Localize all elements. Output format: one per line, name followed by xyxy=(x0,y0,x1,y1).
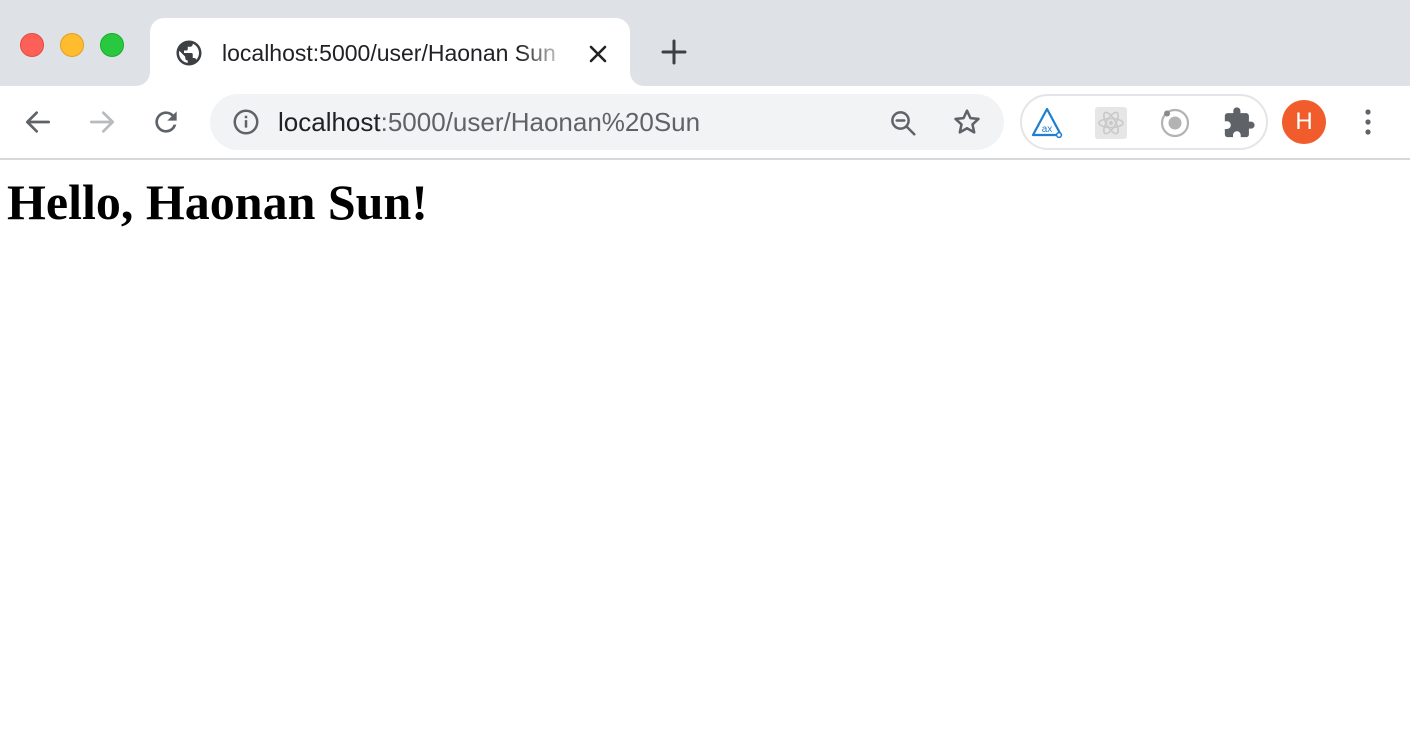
star-icon[interactable] xyxy=(950,105,984,139)
close-icon[interactable] xyxy=(584,40,612,68)
zoom-out-icon[interactable] xyxy=(886,106,920,140)
info-icon[interactable] xyxy=(230,106,262,138)
reload-icon xyxy=(155,111,177,133)
url-host: localhost xyxy=(278,107,381,137)
back-button[interactable] xyxy=(18,102,58,142)
ionic-devtools-icon[interactable] xyxy=(1158,106,1192,140)
address-bar[interactable]: localhost:5000/user/Haonan%20Sun xyxy=(210,94,1004,150)
more-vert-icon xyxy=(1365,109,1371,135)
globe-icon xyxy=(174,38,204,68)
page-heading: Hello, Haonan Sun! xyxy=(7,174,428,230)
arrow-left-icon xyxy=(26,111,50,133)
menu-button[interactable] xyxy=(1350,102,1386,142)
profile-avatar[interactable]: H xyxy=(1282,100,1326,144)
axe-devtools-icon[interactable]: ax xyxy=(1030,106,1064,140)
tab-active[interactable]: localhost:5000/user/Haonan Sun xyxy=(150,18,630,86)
tab-title: localhost:5000/user/Haonan Sun xyxy=(222,40,556,66)
extensions-puzzle-icon[interactable] xyxy=(1222,106,1256,140)
url-path: :5000/user/Haonan%20Sun xyxy=(380,107,701,137)
react-devtools-icon[interactable] xyxy=(1094,106,1128,140)
page-content: Hello, Haonan Sun! xyxy=(0,160,1410,752)
extensions-group: ax xyxy=(1020,94,1268,150)
reload-button[interactable] xyxy=(146,102,186,142)
new-tab-button[interactable] xyxy=(656,34,692,70)
browser-toolbar: localhost:5000/user/Haonan%20Sun ax H xyxy=(0,86,1410,158)
forward-button[interactable] xyxy=(82,102,122,142)
arrow-right-icon xyxy=(90,111,114,133)
browser-window: localhost:5000/user/Haonan Sun localhost… xyxy=(0,0,1410,752)
plus-icon xyxy=(661,39,687,65)
url-text[interactable]: localhost:5000/user/Haonan%20Sun xyxy=(278,106,700,138)
tab-strip: localhost:5000/user/Haonan Sun xyxy=(0,0,1410,86)
window-close-button[interactable] xyxy=(20,33,44,57)
window-maximize-button[interactable] xyxy=(100,33,124,57)
svg-text:ax: ax xyxy=(1042,124,1053,135)
window-minimize-button[interactable] xyxy=(60,33,84,57)
